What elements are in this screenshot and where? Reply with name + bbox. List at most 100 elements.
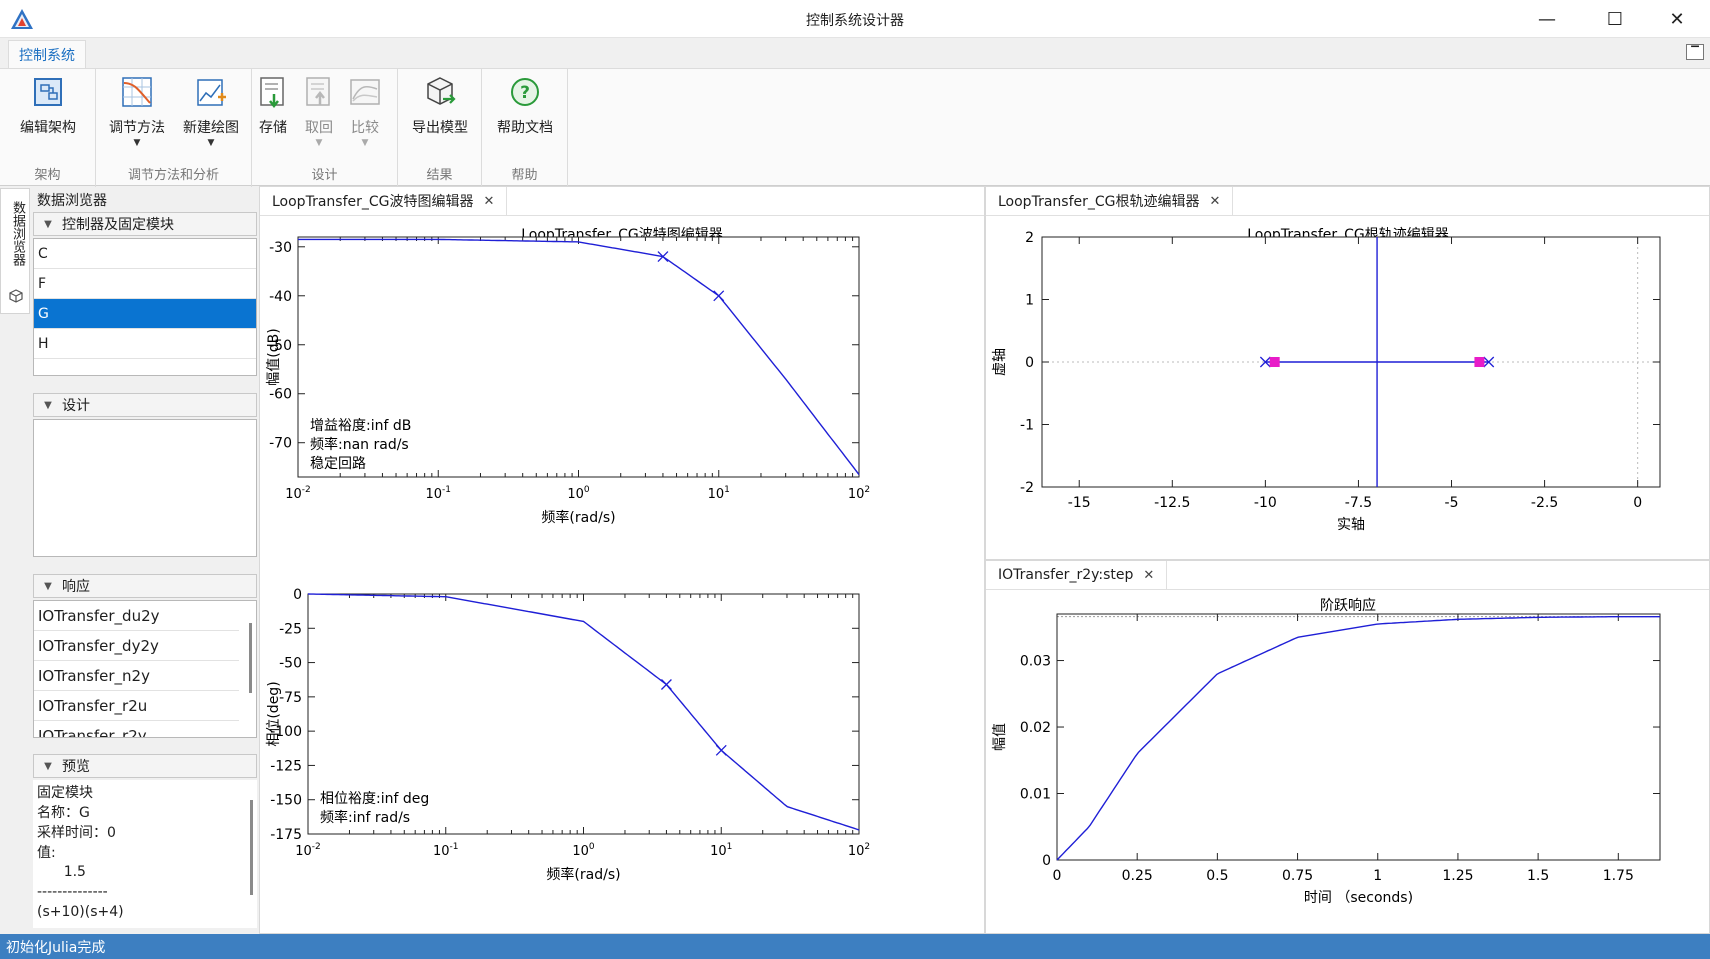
x-tick-label: -10 — [1254, 495, 1277, 511]
x-tick-label: 102 — [848, 485, 870, 502]
list-item[interactable]: IOTransfer_dy2y — [34, 631, 239, 661]
section-header-controllers[interactable]: ▼ 控制器及固定模块 — [33, 212, 257, 236]
list-item[interactable]: IOTransfer_r2u — [34, 691, 239, 721]
group-label-tuning: 调节方法和分析 — [127, 168, 219, 183]
x-tick-label: 0 — [1053, 868, 1062, 884]
scrollbar-thumb[interactable] — [250, 800, 253, 895]
close-tab-icon[interactable]: ✕ — [1143, 568, 1154, 583]
new-plot-icon — [197, 79, 226, 106]
x-axis-label: 频率(rad/s) — [541, 509, 615, 526]
root-locus-axes: -15 -12.5 -10 -7.5 -5 -2.5 0 2 1 0 -1 -2 实轴 虚轴 — [992, 230, 1661, 533]
step-response-plot[interactable]: 阶跃响应 0 0.25 0.5 0.75 1 1.25 1.5 1.75 0.03 0.02 0.0… — [986, 590, 1709, 933]
tab-control-system[interactable]: 控制系统 — [8, 40, 86, 68]
export-model-label: 导出模型 — [412, 120, 468, 136]
root-locus-plot[interactable]: LoopTransfer_CG根轨迹编辑器 -15 -12.5 -10 -7.5 -5-… — [986, 216, 1709, 559]
ribbon-group-architecture: 编辑架构 架构 — [0, 69, 96, 187]
bode-plot[interactable]: LoopTransfer_CG波特图编辑器 -30-40-50-60-7010-… — [260, 216, 984, 933]
help-icon: ? — [511, 78, 539, 106]
tab-bode-editor[interactable]: LoopTransfer_CG波特图编辑器 ✕ — [260, 187, 508, 215]
edit-architecture-label: 编辑架构 — [20, 120, 76, 136]
root-locus-panel: LoopTransfer_CG根轨迹编辑器 ✕ LoopTransfer_CG根… — [985, 186, 1710, 560]
compare-icon — [350, 79, 380, 105]
preview-line: 名称：G — [37, 805, 90, 821]
x-tick-label: -5 — [1445, 495, 1459, 511]
compare-button[interactable]: 比较 ▼ — [326, 75, 404, 148]
y-tick-label: -50 — [279, 656, 302, 672]
controllers-list: C F G H — [33, 238, 257, 376]
section-header-label: 响应 — [62, 579, 90, 595]
designs-list — [33, 419, 257, 557]
x-tick-label: 10-2 — [285, 485, 311, 502]
axes-frame — [1056, 613, 1661, 861]
x-tick-label: 101 — [708, 485, 730, 502]
x-axis-label: 时间 （seconds) — [1304, 890, 1413, 906]
step-response-panel: IOTransfer_r2y:step ✕ 阶跃响应 0 0.25 0.5 0.75 1… — [985, 560, 1710, 934]
section-header-preview[interactable]: ▼ 预览 — [33, 754, 257, 778]
close-tab-icon[interactable]: ✕ — [1210, 194, 1221, 209]
x-tick-label: 102 — [848, 842, 870, 859]
section-header-responses[interactable]: ▼ 响应 — [33, 574, 257, 598]
ribbon: 编辑架构 架构 调节方法 ▼ 新建绘图 ▼ 调节方法和分析 存储 取回 ▼ 比较… — [0, 68, 1710, 187]
y-tick-label: 0.03 — [1020, 654, 1051, 670]
edit-architecture-button[interactable]: 编辑架构 — [9, 75, 87, 137]
ribbon-group-design: 存储 取回 ▼ 比较 ▼ 设计 — [252, 69, 398, 187]
y-tick-label: -70 — [269, 436, 292, 452]
title-bar: 控制系统设计器 — ☐ ✕ — [0, 0, 1710, 38]
export-model-button[interactable]: 导出模型 — [401, 75, 479, 137]
tab-root-locus-editor[interactable]: LoopTransfer_CG根轨迹编辑器 ✕ — [986, 187, 1234, 215]
cube-icon — [9, 289, 23, 303]
tuning-method-button[interactable]: 调节方法 ▼ — [98, 75, 176, 148]
minimize-button[interactable]: — — [1516, 0, 1578, 38]
margin-info-text: 频率:nan rad/s — [310, 436, 409, 453]
x-axis-label: 实轴 — [1337, 517, 1365, 533]
app-window: 控制系统设计器 — ☐ ✕ 控制系统 ▔ 编辑架构 架构 调节方法 ▼ 新建绘图… — [0, 0, 1710, 959]
close-button[interactable]: ✕ — [1646, 0, 1708, 38]
list-item[interactable]: F — [34, 269, 256, 299]
data-browser-side-tab[interactable]: 数据浏览器 — [0, 188, 30, 314]
preview-content: 固定模块 名称：G 采样时间：0 值: 1.5 -------------- (… — [33, 780, 257, 928]
x-tick-label: 10-1 — [433, 842, 459, 859]
list-item[interactable]: H — [34, 329, 256, 359]
scrollbar-thumb[interactable] — [249, 623, 252, 693]
y-tick-label: 1 — [1025, 293, 1034, 309]
list-item[interactable]: IOTransfer_du2y — [34, 601, 239, 631]
ribbon-group-tuning: 调节方法 ▼ 新建绘图 ▼ 调节方法和分析 — [96, 69, 252, 187]
y-tick-label: 0 — [293, 587, 302, 603]
group-label-help: 帮助 — [511, 168, 538, 183]
ribbon-collapse-icon[interactable]: ▔ — [1686, 44, 1704, 60]
x-tick-label: -7.5 — [1345, 495, 1372, 511]
status-bar: 初始化Julia完成 — [0, 934, 1710, 959]
y-tick-label: 0 — [1042, 853, 1051, 869]
y-tick-label: 0.01 — [1020, 787, 1051, 803]
tab-label: IOTransfer_r2y:step — [998, 567, 1134, 583]
y-axis-label: 相位(deg) — [266, 681, 282, 746]
maximize-button[interactable]: ☐ — [1584, 0, 1646, 38]
help-docs-button[interactable]: ? 帮助文档 — [486, 75, 564, 137]
y-tick-label: -2 — [1020, 480, 1034, 496]
browser-title: 数据浏览器 — [37, 193, 107, 209]
window-title: 控制系统设计器 — [806, 13, 904, 29]
list-item[interactable]: IOTransfer_r2y — [34, 721, 239, 738]
list-item-selected[interactable]: G — [34, 299, 256, 329]
group-label-architecture: 架构 — [34, 168, 61, 183]
x-tick-label: 100 — [567, 485, 590, 502]
magnitude-axes: -30-40-50-60-7010-2 10-1 100 101 102频率(rad/s… — [266, 236, 870, 526]
section-header-designs[interactable]: ▼ 设计 — [33, 393, 257, 417]
ribbon-group-results: 导出模型 结果 — [398, 69, 482, 187]
list-item[interactable]: C — [34, 239, 256, 269]
y-tick-label: -75 — [279, 690, 302, 706]
side-tab-label: 数据浏览器 — [10, 201, 25, 266]
x-tick-label: 1.75 — [1603, 868, 1634, 884]
close-tab-icon[interactable]: ✕ — [484, 194, 495, 209]
preview-line: 值: — [37, 845, 56, 861]
list-item[interactable]: IOTransfer_n2y — [34, 661, 239, 691]
compare-label: 比较 — [351, 120, 379, 136]
closed-loop-pole-marker — [1269, 357, 1280, 367]
x-tick-label: 1.25 — [1442, 868, 1473, 884]
y-tick-label: -175 — [270, 827, 302, 843]
collapse-triangle-icon: ▼ — [44, 399, 52, 411]
y-tick-label: -150 — [270, 793, 302, 809]
help-docs-label: 帮助文档 — [497, 120, 553, 136]
tab-step-response[interactable]: IOTransfer_r2y:step ✕ — [986, 561, 1168, 589]
x-tick-label: 10-2 — [295, 842, 321, 859]
